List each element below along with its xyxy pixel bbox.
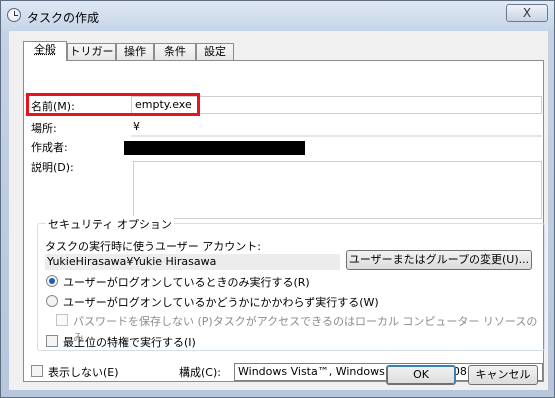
account-prompt: タスクの実行時に使うユーザー アカウント:: [45, 240, 261, 253]
tab-triggers[interactable]: トリガー: [67, 43, 116, 60]
tab-settings[interactable]: 設定: [196, 43, 234, 60]
no-store-password-checkbox[interactable]: [56, 314, 68, 326]
location-underline: [131, 135, 542, 137]
configure-label: 構成(C):: [179, 366, 221, 379]
change-user-group-button[interactable]: ユーザーまたはグループの変更(U)...: [346, 250, 532, 270]
location-label: 場所:: [31, 122, 57, 135]
general-tab-panel: 名前(M): empty.exe 場所: ¥ 作成者: 説明(D): セキュリテ…: [23, 60, 545, 382]
window-title: タスクの作成: [27, 11, 100, 25]
ok-button[interactable]: OK: [386, 365, 456, 385]
dialog-client: 全般 トリガー 操作 条件 設定 名前(M): empty.exe 場所: ¥ …: [9, 31, 548, 390]
highlight-box: [26, 93, 200, 116]
tab-actions[interactable]: 操作: [116, 43, 154, 60]
cancel-button[interactable]: キャンセル: [468, 365, 538, 385]
title-bar[interactable]: タスクの作成 X: [1, 1, 554, 31]
author-label: 作成者:: [31, 141, 68, 154]
author-redacted: [124, 141, 305, 155]
tab-conditions[interactable]: 条件: [154, 43, 196, 60]
description-textarea[interactable]: [133, 161, 542, 219]
close-button[interactable]: X: [506, 4, 548, 22]
hidden-label[interactable]: 表示しない(E): [48, 364, 119, 380]
description-label: 説明(D):: [31, 161, 74, 174]
security-options-legend: セキュリティ オプション: [46, 216, 174, 232]
radio-run-whether-logged-on-label[interactable]: ユーザーがログオンしているかどうかにかかわらず実行する(W): [63, 294, 379, 310]
create-task-window: タスクの作成 X 全般 トリガー 操作 条件 設定 名前(M): empty.e…: [0, 0, 555, 398]
location-value: ¥: [133, 120, 140, 133]
radio-run-whether-logged-on[interactable]: [46, 295, 58, 307]
highest-privileges-label[interactable]: 最上位の特権で実行する(I): [63, 334, 196, 350]
account-field: YukieHirasawa¥Yukie Hirasawa: [45, 254, 340, 270]
tab-general[interactable]: 全般: [23, 41, 67, 61]
hidden-checkbox[interactable]: [31, 365, 43, 377]
radio-run-logged-on-label[interactable]: ユーザーがログオンしているときのみ実行する(R): [63, 274, 310, 290]
clock-icon: [7, 8, 21, 22]
radio-run-logged-on[interactable]: [46, 275, 58, 287]
highest-privileges-checkbox[interactable]: [46, 335, 58, 347]
